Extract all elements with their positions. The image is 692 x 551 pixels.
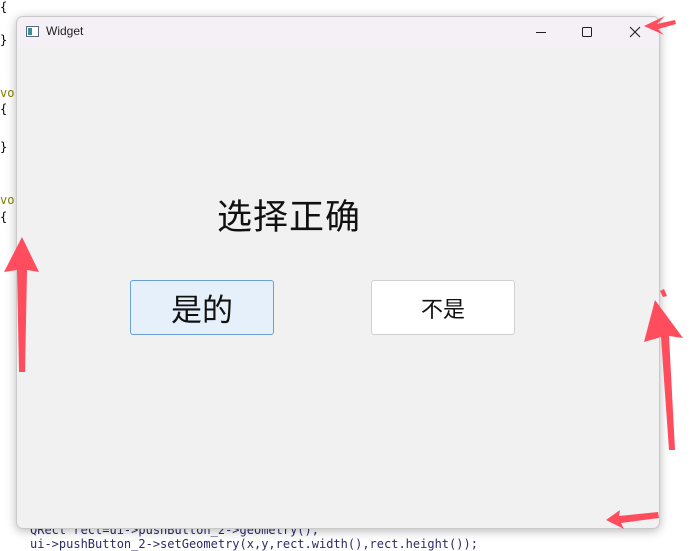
code-line: { bbox=[0, 210, 8, 224]
close-button[interactable] bbox=[612, 17, 658, 47]
code-line: vo bbox=[0, 193, 15, 207]
title-bar[interactable]: Widget bbox=[17, 17, 659, 47]
window-app-icon bbox=[26, 26, 39, 37]
code-line: } bbox=[0, 140, 8, 154]
code-line: } bbox=[0, 33, 8, 47]
maximize-icon bbox=[582, 27, 592, 37]
minimize-button[interactable] bbox=[518, 17, 564, 47]
code-line: vo bbox=[0, 86, 15, 100]
widget-window: Widget 选择正确 是的 不是 bbox=[16, 16, 660, 529]
no-button[interactable]: 不是 bbox=[371, 280, 515, 335]
minimize-icon bbox=[536, 32, 546, 33]
question-label: 选择正确 bbox=[217, 198, 362, 238]
yes-button[interactable]: 是的 bbox=[130, 280, 274, 335]
code-line: { bbox=[0, 0, 8, 14]
maximize-button[interactable] bbox=[564, 17, 610, 47]
code-line: { bbox=[0, 102, 8, 116]
window-title: Widget bbox=[46, 24, 84, 38]
code-line: ui->pushButton_2->setGeometry(x,y,rect.w… bbox=[30, 537, 478, 551]
close-icon bbox=[629, 26, 641, 38]
